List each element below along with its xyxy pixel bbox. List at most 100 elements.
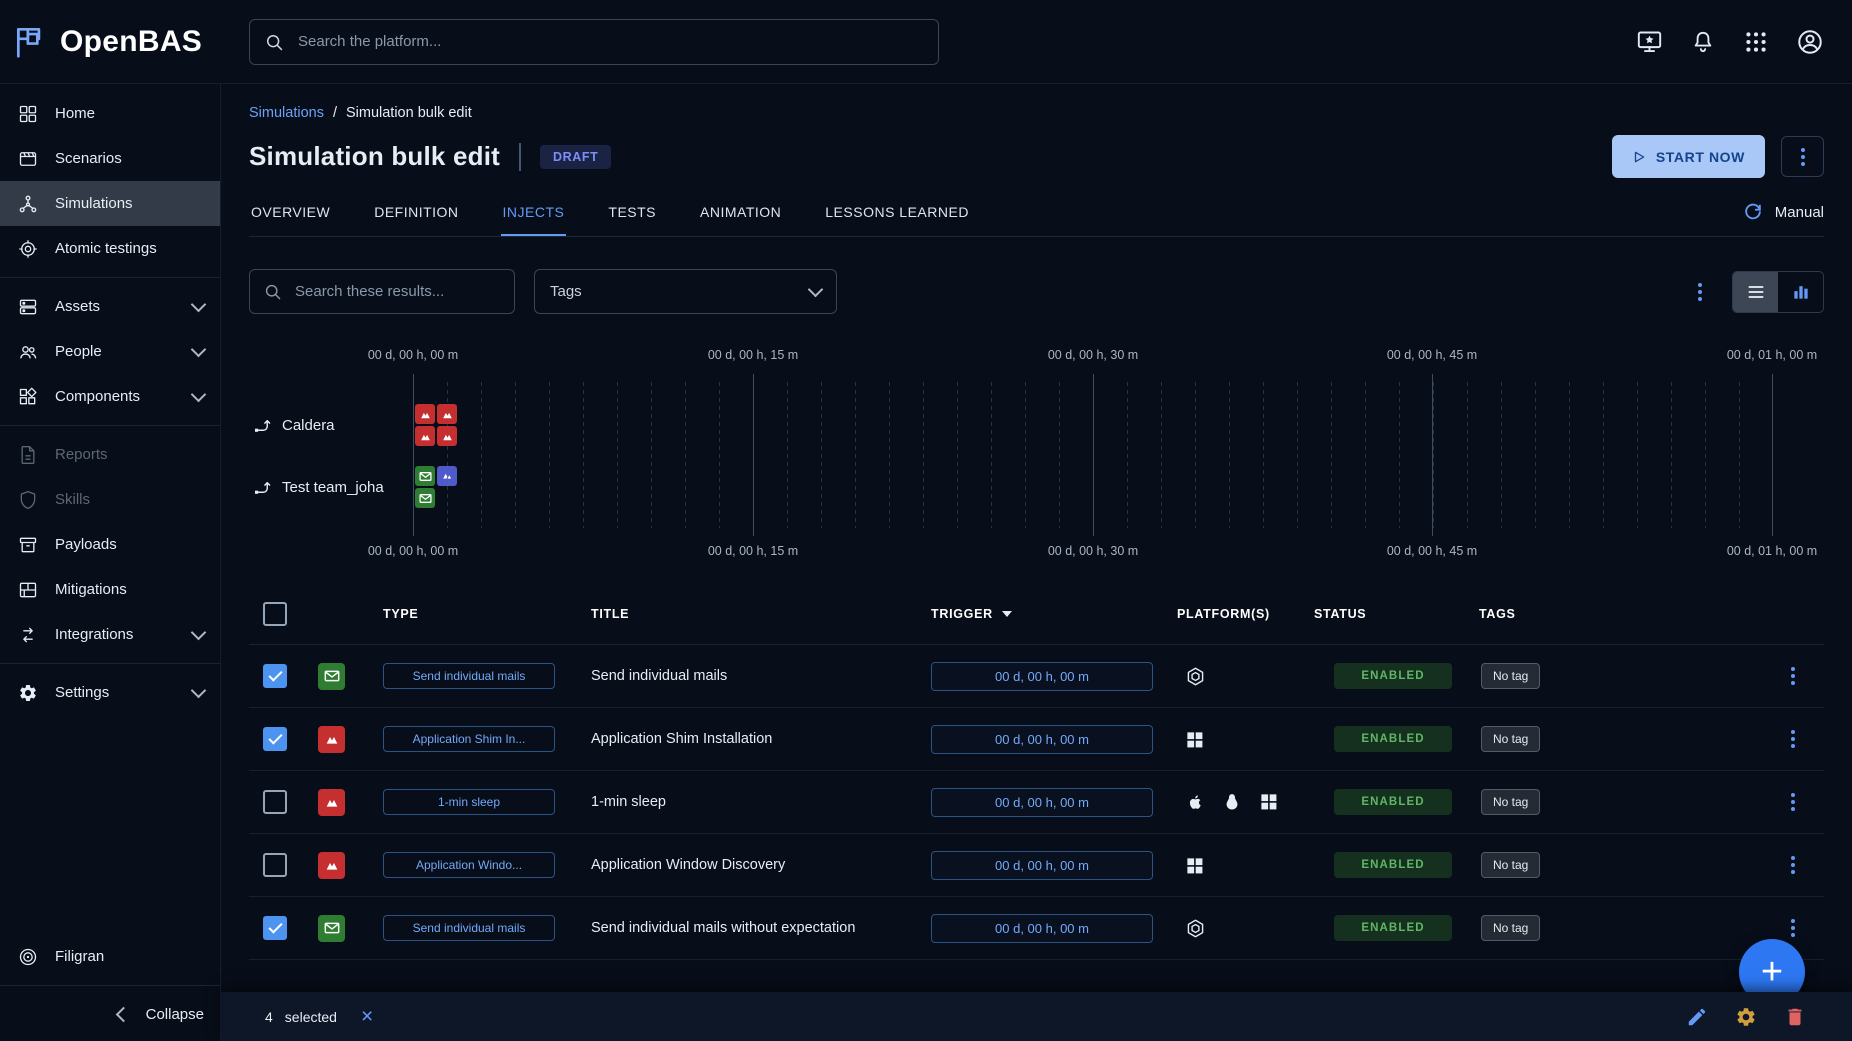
timeline-tick: 00 d, 00 h, 45 m bbox=[1387, 544, 1477, 558]
screencast-icon[interactable] bbox=[1636, 28, 1663, 55]
tab-definition[interactable]: DEFINITION bbox=[372, 188, 460, 236]
table-row[interactable]: Send individual mails Send individual ma… bbox=[249, 645, 1824, 708]
sidebar-item-integrations[interactable]: Integrations bbox=[0, 612, 220, 657]
trigger-chip[interactable]: 00 d, 00 h, 00 m bbox=[931, 851, 1153, 880]
tab-injects[interactable]: INJECTS bbox=[501, 188, 567, 236]
sidebar-item-scenarios[interactable]: Scenarios bbox=[0, 136, 220, 181]
row-menu-button[interactable] bbox=[1781, 914, 1805, 942]
caldera-icon bbox=[318, 789, 345, 816]
email-icon bbox=[318, 915, 345, 942]
distribution-view-toggle[interactable] bbox=[1778, 272, 1823, 312]
sidebar-item-components[interactable]: Components bbox=[0, 374, 220, 419]
row-checkbox[interactable] bbox=[263, 853, 287, 877]
global-search-input[interactable] bbox=[296, 32, 924, 51]
apps-icon[interactable] bbox=[1743, 29, 1769, 55]
email-icon bbox=[318, 663, 345, 690]
sidebar-divider bbox=[0, 277, 220, 278]
caldera-icon[interactable] bbox=[437, 426, 457, 446]
sidebar-item-simulations[interactable]: Simulations bbox=[0, 181, 220, 226]
tab-tests[interactable]: TESTS bbox=[606, 188, 658, 236]
table-row[interactable]: Application Windo... Application Window … bbox=[249, 834, 1824, 897]
sidebar-item-assets[interactable]: Assets bbox=[0, 284, 220, 329]
chevron-down-icon bbox=[191, 625, 207, 641]
sidebar-item-settings[interactable]: Settings bbox=[0, 670, 220, 715]
bulk-delete-button[interactable] bbox=[1784, 1006, 1806, 1028]
tab-overview[interactable]: OVERVIEW bbox=[249, 188, 332, 236]
global-search[interactable] bbox=[249, 19, 939, 65]
bulk-update-button[interactable] bbox=[1735, 1006, 1757, 1028]
row-checkbox[interactable] bbox=[263, 727, 287, 751]
inject-type-chip: Application Shim In... bbox=[383, 726, 555, 752]
row-menu-button[interactable] bbox=[1781, 788, 1805, 816]
column-header-trigger[interactable]: TRIGGER bbox=[931, 607, 1177, 621]
refresh-icon bbox=[1742, 201, 1764, 223]
select-all-checkbox[interactable] bbox=[263, 602, 287, 626]
list-options-button[interactable] bbox=[1690, 280, 1710, 304]
start-now-button[interactable]: START NOW bbox=[1612, 135, 1765, 178]
channel-icon[interactable] bbox=[437, 466, 457, 486]
list-view-toggle[interactable] bbox=[1733, 272, 1778, 312]
row-checkbox[interactable] bbox=[263, 916, 287, 940]
sidebar-item-atomic-testings[interactable]: Atomic testings bbox=[0, 226, 220, 271]
row-menu-button[interactable] bbox=[1781, 851, 1805, 879]
sidebar-item-people[interactable]: People bbox=[0, 329, 220, 374]
trigger-chip[interactable]: 00 d, 00 h, 00 m bbox=[931, 788, 1153, 817]
row-checkbox[interactable] bbox=[263, 664, 287, 688]
table-row[interactable]: Application Shim In... Application Shim … bbox=[249, 708, 1824, 771]
results-search-input[interactable] bbox=[293, 282, 501, 301]
table-row[interactable]: Send individual mails Send individual ma… bbox=[249, 897, 1824, 960]
tab-lessons-learned[interactable]: LESSONS LEARNED bbox=[823, 188, 971, 236]
trigger-chip[interactable]: 00 d, 00 h, 00 m bbox=[931, 914, 1153, 943]
trigger-chip[interactable]: 00 d, 00 h, 00 m bbox=[931, 725, 1153, 754]
sidebar-item-filigran[interactable]: Filigran bbox=[0, 934, 220, 979]
selection-actions bbox=[1686, 1006, 1806, 1028]
table-row[interactable]: 1-min sleep 1-min sleep 00 d, 00 h, 00 m… bbox=[249, 771, 1824, 834]
account-icon[interactable] bbox=[1796, 28, 1824, 56]
update-mode-button[interactable]: Manual bbox=[1742, 201, 1824, 223]
tab-animation[interactable]: ANIMATION bbox=[698, 188, 783, 236]
openbas-logo[interactable]: OpenBAS bbox=[0, 23, 221, 61]
email-icon[interactable] bbox=[415, 466, 435, 486]
sidebar-item-home[interactable]: Home bbox=[0, 91, 220, 136]
timeline-tick: 00 d, 00 h, 15 m bbox=[708, 348, 798, 362]
sidebar-item-payloads[interactable]: Payloads bbox=[0, 522, 220, 567]
breadcrumb-simulations-link[interactable]: Simulations bbox=[249, 105, 324, 121]
caldera-icon[interactable] bbox=[415, 404, 435, 424]
row-checkbox[interactable] bbox=[263, 790, 287, 814]
sidebar-item-reports[interactable]: Reports bbox=[0, 432, 220, 477]
caldera-icon[interactable] bbox=[437, 404, 457, 424]
more-vert-icon bbox=[1791, 926, 1795, 930]
trigger-chip[interactable]: 00 d, 00 h, 00 m bbox=[931, 662, 1153, 691]
sidebar: Home Scenarios Simulations Atomic testin… bbox=[0, 83, 221, 1041]
clear-selection-button[interactable]: × bbox=[355, 1005, 379, 1028]
windows-icon bbox=[1185, 856, 1204, 875]
timeline-row-caldera: Caldera bbox=[249, 394, 1824, 456]
more-vert-icon bbox=[1801, 155, 1805, 159]
row-menu-button[interactable] bbox=[1781, 662, 1805, 690]
results-search[interactable] bbox=[249, 269, 515, 314]
row-menu-button[interactable] bbox=[1781, 725, 1805, 753]
status-chip: ENABLED bbox=[1334, 915, 1452, 941]
gear-icon bbox=[1735, 1006, 1757, 1028]
assets-icon bbox=[18, 297, 38, 317]
sidebar-item-skills[interactable]: Skills bbox=[0, 477, 220, 522]
integrations-icon bbox=[18, 625, 38, 645]
notifications-icon[interactable] bbox=[1690, 29, 1716, 55]
chevron-down-icon bbox=[191, 683, 207, 699]
status-chip: ENABLED bbox=[1334, 726, 1452, 752]
caldera-icon[interactable] bbox=[415, 426, 435, 446]
reports-icon bbox=[18, 445, 38, 465]
breadcrumb-current: Simulation bulk edit bbox=[346, 105, 472, 121]
sidebar-collapse-button[interactable]: Collapse bbox=[0, 992, 220, 1037]
email-icon[interactable] bbox=[415, 488, 435, 508]
sidebar-item-label: Assets bbox=[55, 298, 100, 315]
page-menu-button[interactable] bbox=[1781, 136, 1824, 177]
tags-filter-select[interactable]: Tags bbox=[534, 269, 837, 314]
sidebar-item-mitigations[interactable]: Mitigations bbox=[0, 567, 220, 612]
timeline-row-label: Test team_joha bbox=[249, 478, 405, 497]
openbas-logo-icon bbox=[12, 23, 50, 61]
sidebar-item-label: Home bbox=[55, 105, 95, 122]
inject-title: Application Shim Installation bbox=[591, 731, 931, 747]
sidebar-item-label: Components bbox=[55, 388, 140, 405]
bulk-edit-button[interactable] bbox=[1686, 1006, 1708, 1028]
